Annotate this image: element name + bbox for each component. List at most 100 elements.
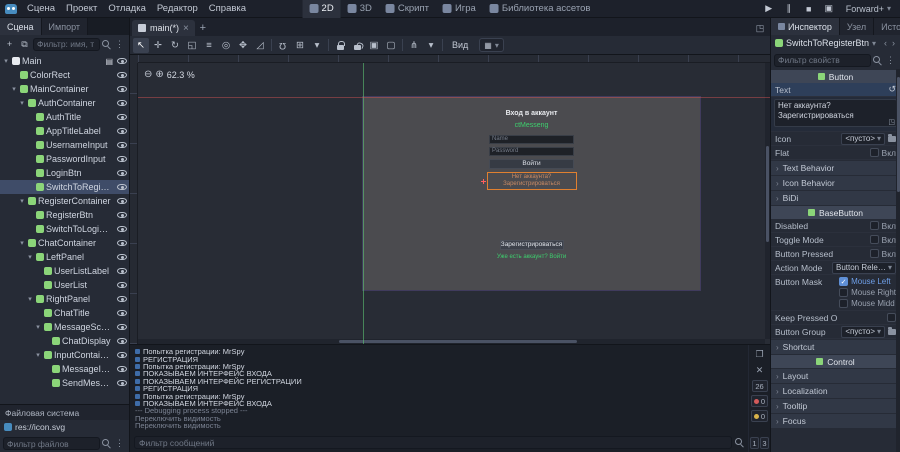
tree-node-MessageInput[interactable]: MessageInput bbox=[0, 362, 129, 376]
menu-help[interactable]: Справка bbox=[204, 2, 251, 15]
pan-tool[interactable]: ✥ bbox=[235, 38, 251, 53]
visibility-eye-icon[interactable] bbox=[117, 226, 127, 232]
keep-pressed-checkbox[interactable] bbox=[887, 313, 896, 322]
workspace-3d[interactable]: 3D bbox=[341, 0, 379, 18]
button-group-dropdown[interactable]: <пусто> ▾ bbox=[841, 325, 885, 338]
expand-arrow-icon[interactable]: ▾ bbox=[18, 99, 26, 107]
console-filter-input[interactable] bbox=[134, 436, 732, 449]
folder-icon[interactable] bbox=[888, 326, 896, 335]
property-text[interactable]: Text ↺ bbox=[771, 83, 900, 97]
zoom-out-icon[interactable]: ⊖ bbox=[144, 69, 152, 80]
property-group-text-behavior[interactable]: › Text Behavior bbox=[771, 161, 900, 175]
inspector-menu-kebab[interactable]: ⋮ bbox=[884, 55, 897, 66]
expand-arrow-icon[interactable]: ▾ bbox=[10, 85, 18, 93]
ruler-tool[interactable]: ◿ bbox=[252, 38, 268, 53]
expand-arrow-icon[interactable]: ▾ bbox=[2, 57, 10, 65]
visibility-eye-icon[interactable] bbox=[117, 282, 127, 288]
inspector-scrollbar[interactable] bbox=[896, 69, 900, 452]
menu-scene[interactable]: Сцена bbox=[22, 2, 60, 15]
filesystem-header[interactable]: Файловая система bbox=[0, 405, 129, 420]
tab-scene[interactable]: Сцена bbox=[0, 18, 42, 35]
movie-mode-button[interactable]: ▣ bbox=[822, 3, 836, 14]
property-button-group[interactable]: Button Group <пусто> ▾ bbox=[771, 325, 900, 339]
view-menu[interactable]: Вид bbox=[446, 40, 474, 50]
tree-node-ChatTitle[interactable]: ChatTitle bbox=[0, 306, 129, 320]
scene-tab-main[interactable]: main(*) × bbox=[132, 20, 195, 36]
property-group-shortcut[interactable]: › Shortcut bbox=[771, 340, 900, 354]
mask-option-mouse-right[interactable]: Mouse Right bbox=[839, 288, 896, 297]
warnings-count-badge[interactable]: 0 bbox=[750, 410, 769, 422]
unlock-button[interactable] bbox=[349, 38, 365, 53]
property-group-focus[interactable]: › Focus bbox=[771, 414, 900, 428]
workspace-2d[interactable]: 2D bbox=[302, 0, 341, 18]
menu-debug[interactable]: Отладка bbox=[103, 2, 151, 15]
button-pressed-checkbox[interactable] bbox=[869, 249, 879, 258]
scene-filter-input[interactable] bbox=[33, 37, 100, 51]
clear-output-button[interactable]: ✕ bbox=[753, 364, 767, 377]
filter-count-badge-a[interactable]: 1 bbox=[750, 437, 759, 449]
property-group-icon-behavior[interactable]: › Icon Behavior bbox=[771, 176, 900, 190]
chevron-down-icon[interactable]: ▾ bbox=[872, 39, 876, 48]
tree-node-SwitchToLoginBtn[interactable]: SwitchToLoginBtn bbox=[0, 222, 129, 236]
flat-checkbox[interactable] bbox=[869, 148, 879, 157]
visibility-eye-icon[interactable] bbox=[117, 100, 127, 106]
viewport-horizontal-scrollbar[interactable] bbox=[138, 339, 765, 344]
visibility-eye-icon[interactable] bbox=[117, 380, 127, 386]
visibility-eye-icon[interactable] bbox=[117, 212, 127, 218]
rotate-tool[interactable]: ↻ bbox=[167, 38, 183, 53]
category-button[interactable]: Button bbox=[771, 70, 900, 83]
snap-options-dropdown[interactable]: ▾ bbox=[309, 38, 325, 53]
toggle-mode-checkbox[interactable] bbox=[869, 235, 879, 244]
pause-button[interactable]: ∥ bbox=[782, 3, 796, 14]
2d-viewport[interactable]: Вход в аккаунт ctMesseng Name Password В… bbox=[130, 55, 770, 344]
new-scene-tab-button[interactable]: + bbox=[195, 20, 211, 36]
visibility-eye-icon[interactable] bbox=[117, 338, 127, 344]
visibility-eye-icon[interactable] bbox=[117, 86, 127, 92]
text-value-textarea[interactable]: Нет аккаунта? Зарегистрироваться bbox=[774, 99, 897, 127]
disabled-checkbox[interactable] bbox=[869, 221, 879, 230]
expand-arrow-icon[interactable]: ▾ bbox=[26, 253, 34, 261]
history-back-icon[interactable]: ‹ bbox=[883, 38, 888, 48]
category-control[interactable]: Control bbox=[771, 355, 900, 368]
smart-snap-toggle[interactable]: Ω bbox=[275, 38, 291, 53]
property-toggle-mode[interactable]: Toggle Mode Вкл bbox=[771, 233, 900, 247]
property-group-bidi[interactable]: › BiDi bbox=[771, 191, 900, 205]
expand-text-icon[interactable]: ◳ bbox=[888, 118, 895, 126]
skeleton-chevron-icon[interactable]: ▾ bbox=[423, 38, 439, 53]
category-basebutton[interactable]: BaseButton bbox=[771, 206, 900, 219]
action-mode-dropdown[interactable]: Button Releas ▾ bbox=[832, 261, 896, 274]
property-group-layout[interactable]: › Layout bbox=[771, 369, 900, 383]
tree-node-RegisterBtn[interactable]: RegisterBtn bbox=[0, 208, 129, 222]
visibility-eye-icon[interactable] bbox=[117, 72, 127, 78]
visibility-eye-icon[interactable] bbox=[117, 198, 127, 204]
property-group-tooltip[interactable]: › Tooltip bbox=[771, 399, 900, 413]
tree-node-InputContainer[interactable]: ▾ InputContainer bbox=[0, 348, 129, 362]
visibility-eye-icon[interactable] bbox=[117, 128, 127, 134]
visibility-eye-icon[interactable] bbox=[117, 240, 127, 246]
mask-option-mouse-midd[interactable]: Mouse Midd bbox=[839, 299, 896, 308]
tree-node-LoginBtn[interactable]: LoginBtn bbox=[0, 166, 129, 180]
pivot-tool[interactable]: ◎ bbox=[218, 38, 234, 53]
ungroup-button[interactable]: ▢ bbox=[383, 38, 399, 53]
close-tab-icon[interactable]: × bbox=[183, 23, 189, 34]
property-flat[interactable]: Flat Вкл bbox=[771, 146, 900, 160]
scene-menu-kebab[interactable]: ⋮ bbox=[113, 39, 126, 50]
tab-import[interactable]: Импорт bbox=[41, 18, 89, 35]
tree-node-MainContainer[interactable]: ▾ MainContainer bbox=[0, 82, 129, 96]
selection-list-tool[interactable]: ≡ bbox=[201, 38, 217, 53]
visibility-eye-icon[interactable] bbox=[117, 156, 127, 162]
tree-node-AuthContainer[interactable]: ▾ AuthContainer bbox=[0, 96, 129, 110]
tree-node-UserListLabel[interactable]: UserListLabel bbox=[0, 264, 129, 278]
renderer-dropdown[interactable]: Forward+ ▾ bbox=[842, 3, 895, 15]
property-action-mode[interactable]: Action Mode Button Releas ▾ bbox=[771, 261, 900, 275]
icon-resource-dropdown[interactable]: <пусто> ▾ bbox=[841, 132, 885, 145]
expand-arrow-icon[interactable]: ▾ bbox=[34, 351, 42, 359]
play-button[interactable]: ▶ bbox=[762, 3, 776, 14]
folder-icon[interactable] bbox=[888, 133, 896, 142]
visibility-eye-icon[interactable] bbox=[117, 268, 127, 274]
workspace-assetlib[interactable]: Библиотека ассетов bbox=[483, 0, 598, 18]
mask-option-mouse-left[interactable]: ✓ Mouse Left bbox=[839, 277, 896, 286]
visibility-eye-icon[interactable] bbox=[117, 58, 127, 64]
skeleton-options-dropdown[interactable]: ⋔ bbox=[406, 38, 422, 53]
tree-node-AuthTitle[interactable]: AuthTitle bbox=[0, 110, 129, 124]
